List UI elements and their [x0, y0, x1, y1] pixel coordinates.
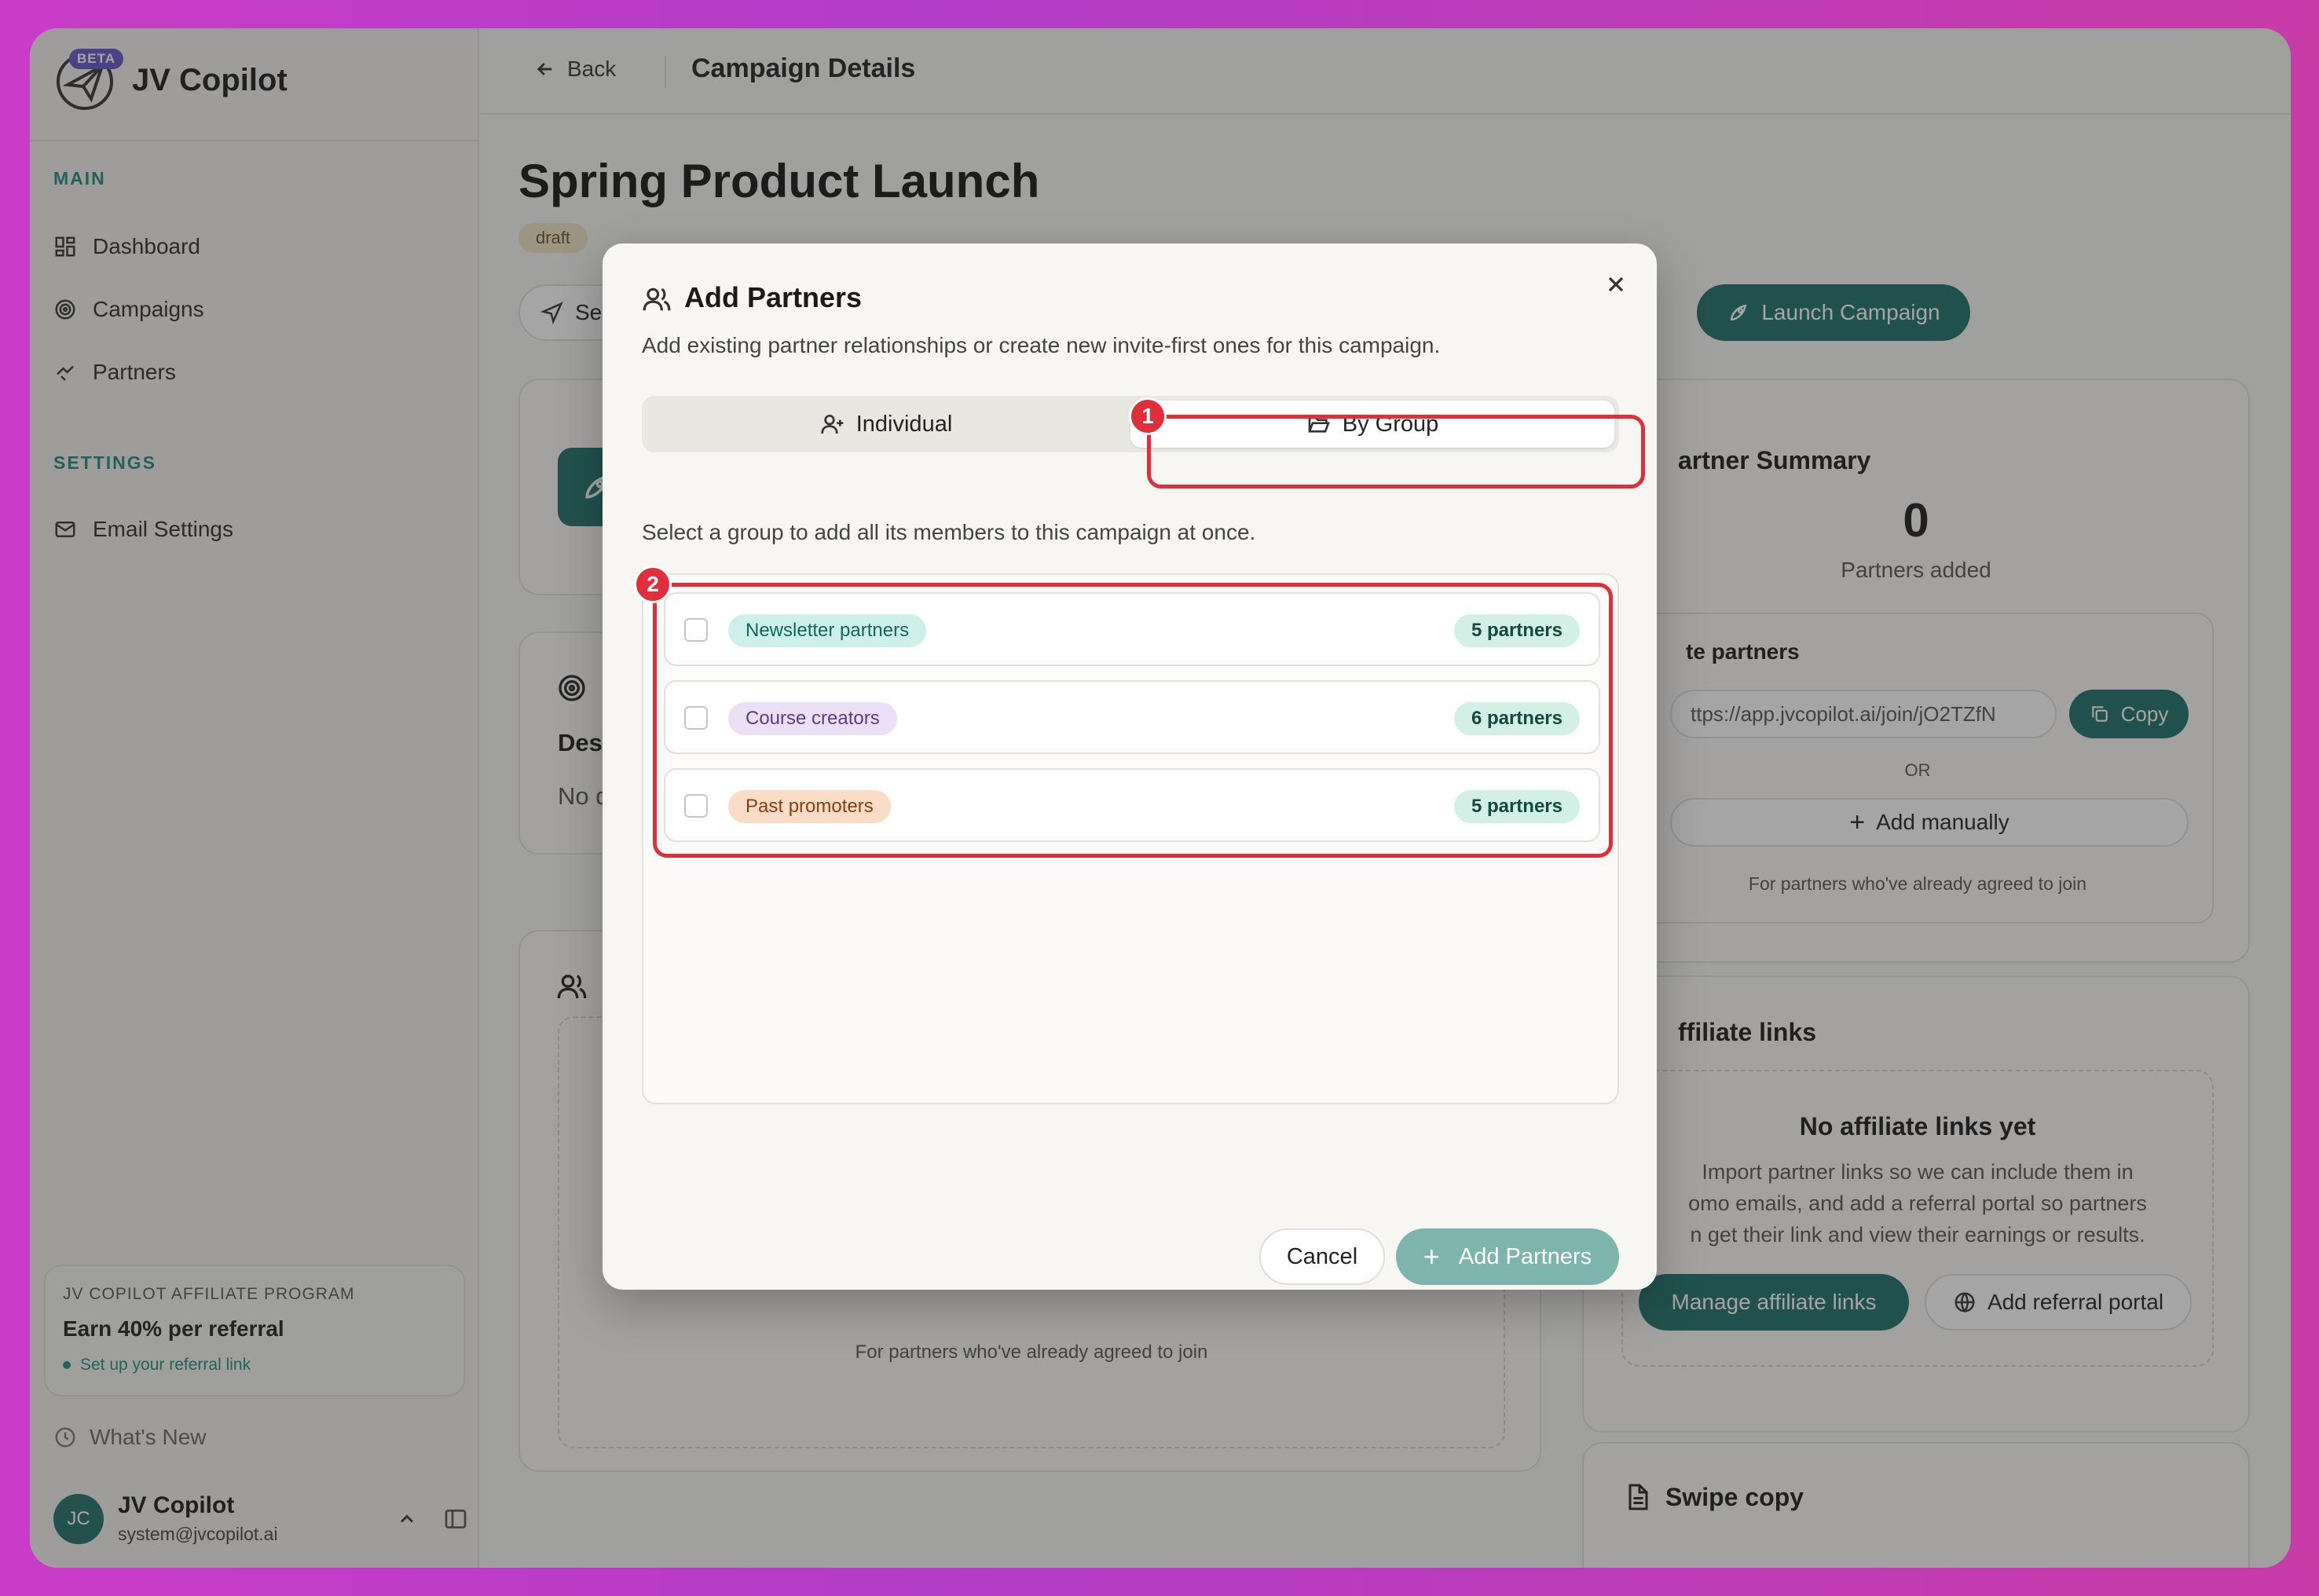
- group-hint: Select a group to add all its members to…: [642, 520, 1256, 544]
- cancel-button[interactable]: Cancel: [1259, 1228, 1385, 1285]
- user-plus-icon: [821, 415, 844, 434]
- dialog-title: Add Partners: [684, 281, 863, 313]
- tab-label: Individual: [855, 411, 953, 437]
- users-icon: [643, 287, 671, 311]
- annotation-badge-2: 2: [634, 566, 672, 603]
- annotation-badge-1: 1: [1129, 397, 1167, 435]
- plus-icon: +: [1423, 1240, 1440, 1272]
- highlight-group-list: [653, 583, 1613, 858]
- highlight-by-group: [1147, 415, 1645, 489]
- add-partners-dialog: Add Partners Add existing partner relati…: [603, 243, 1657, 1290]
- dialog-description: Add existing partner relationships or cr…: [642, 333, 1441, 357]
- tab-individual[interactable]: Individual: [642, 396, 1130, 452]
- close-icon[interactable]: [1603, 272, 1628, 297]
- add-partners-button[interactable]: + Add Partners: [1396, 1228, 1619, 1285]
- add-partners-label: Add Partners: [1458, 1243, 1592, 1269]
